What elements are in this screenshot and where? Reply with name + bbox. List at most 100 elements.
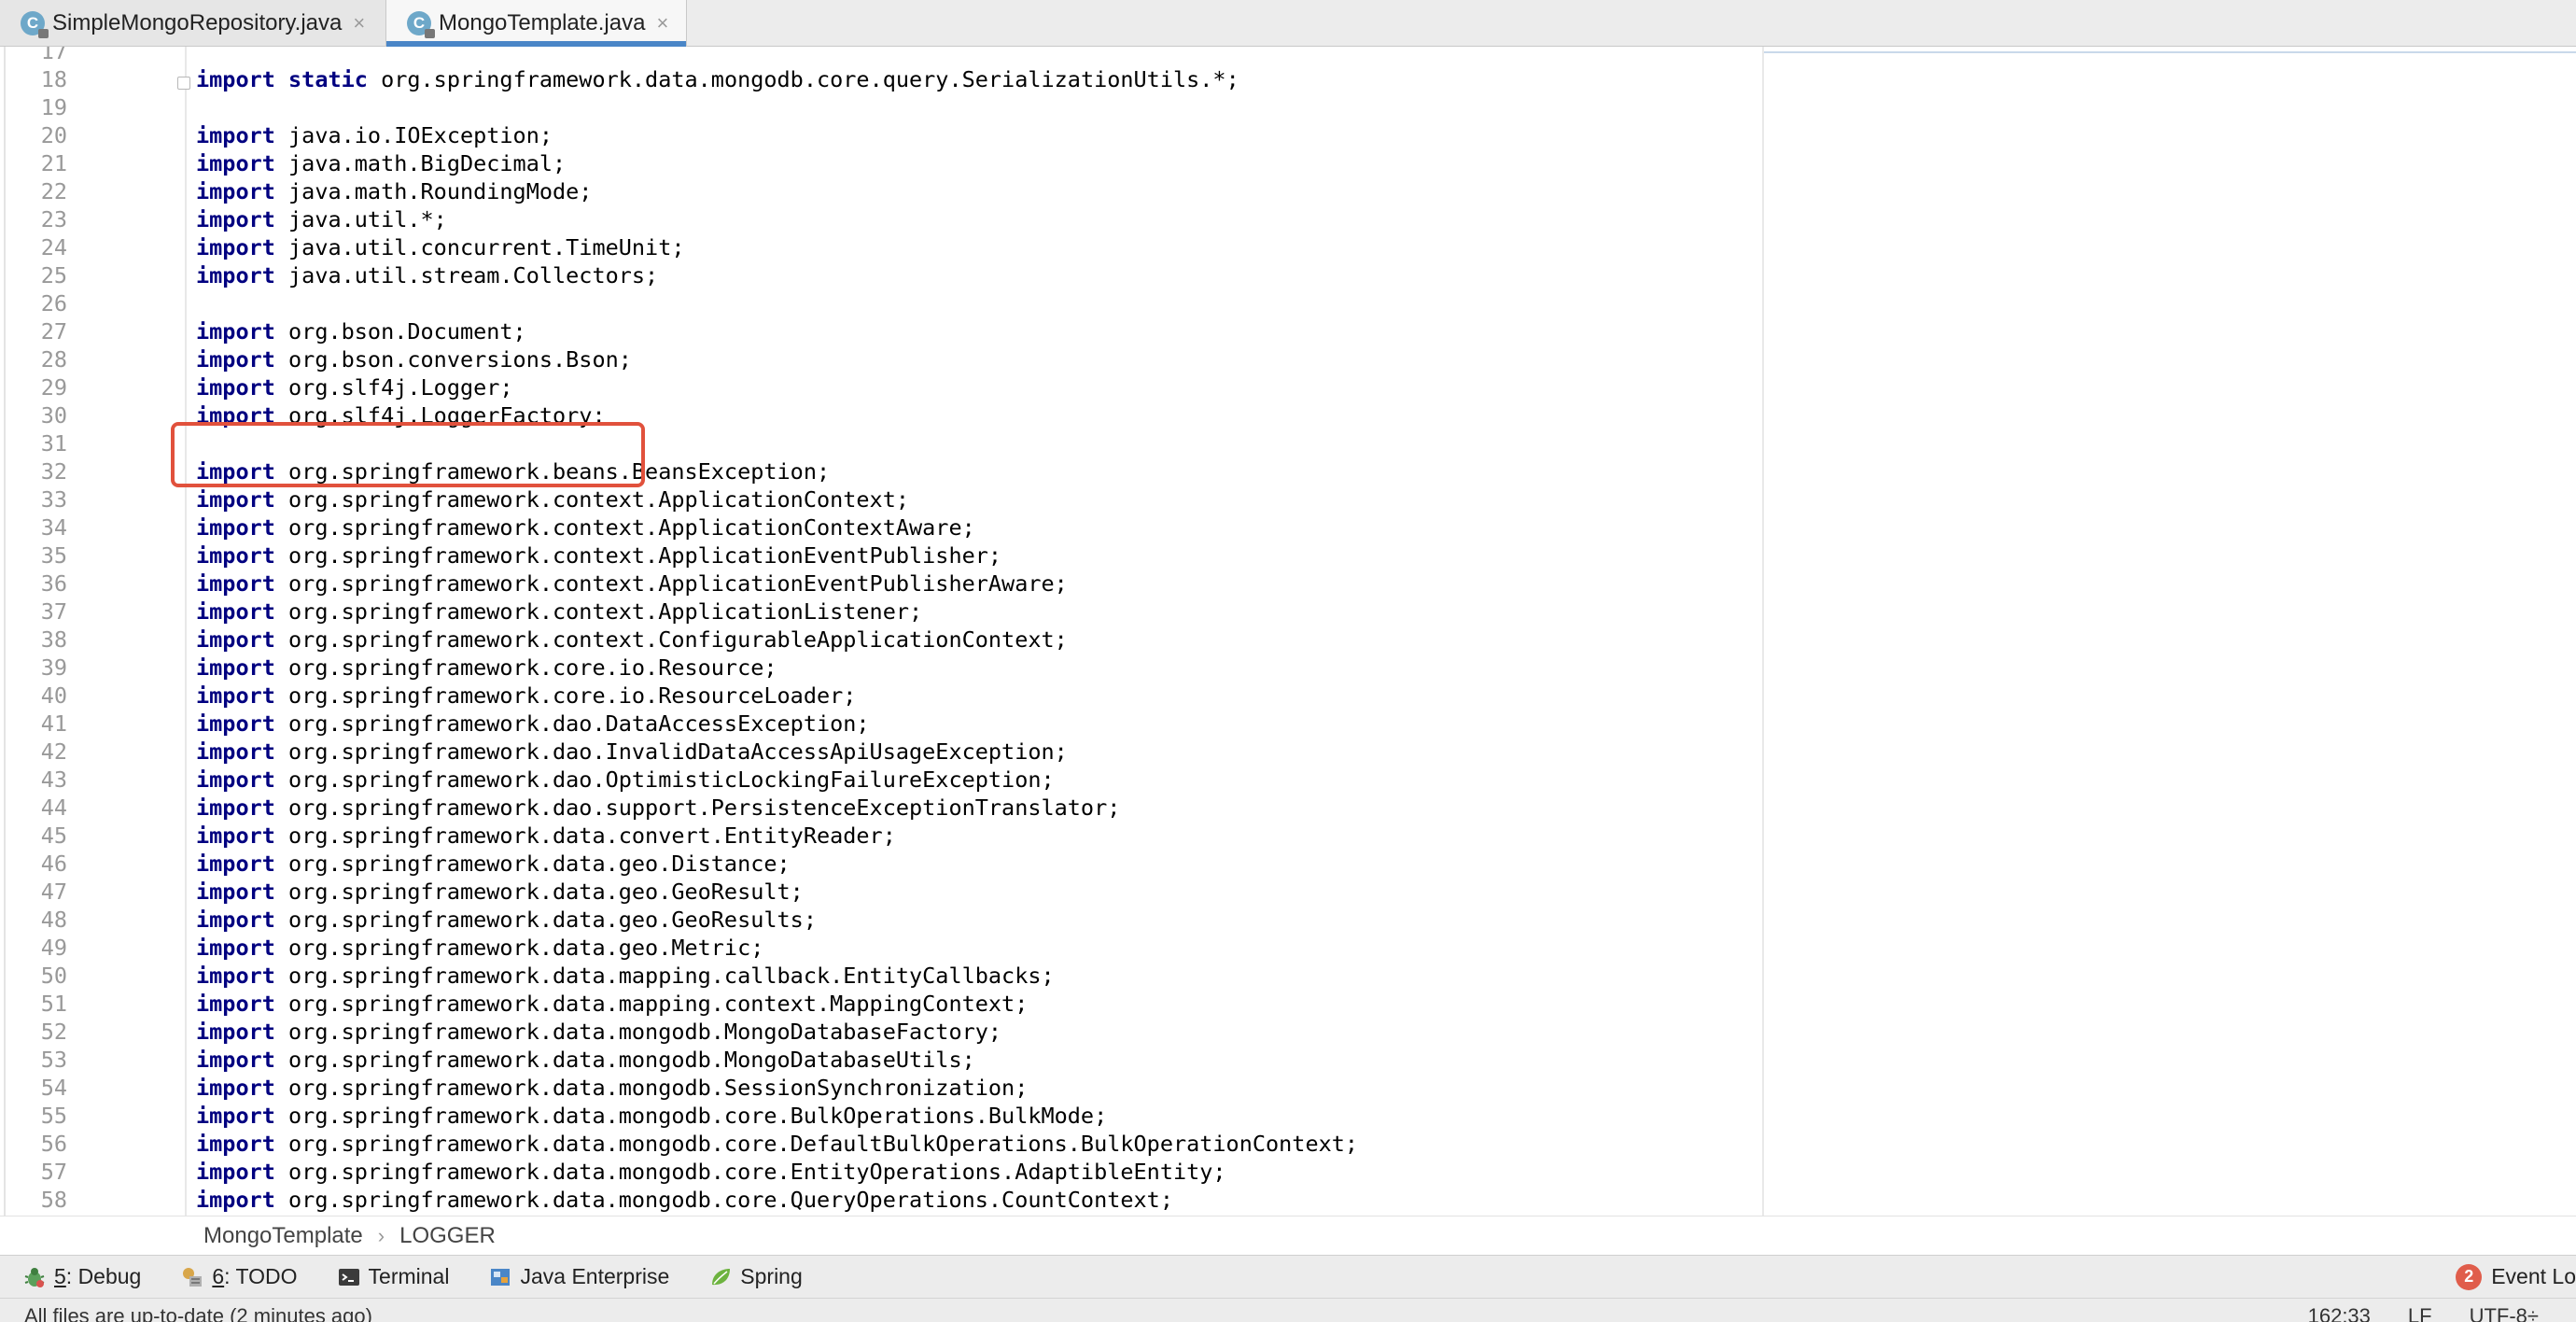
code-rest: org.springframework.data.geo.Distance; (274, 851, 791, 877)
code-line[interactable]: 23 import java.util.*; (0, 205, 1755, 233)
code-line[interactable]: 21 import java.math.BigDecimal; (0, 149, 1755, 177)
code-rest: org.springframework.dao.OptimisticLockin… (274, 766, 1055, 793)
code-line[interactable]: 42 import org.springframework.dao.Invalid… (0, 738, 1755, 766)
code-text: import org.springframework.data.geo.Dist… (196, 850, 791, 878)
code-rest: org.springframework.dao.InvalidDataAcces… (274, 738, 1068, 765)
line-number: 51 (40, 991, 67, 1017)
code-line[interactable]: 30 import org.slf4j.LoggerFactory; (0, 401, 1755, 429)
code-line[interactable]: 39 import org.springframework.core.io.Res… (0, 654, 1755, 682)
code-line[interactable]: 41 import org.springframework.dao.DataAcc… (0, 710, 1755, 738)
close-icon[interactable]: × (353, 12, 365, 34)
line-number: 58 (40, 1187, 67, 1213)
code-line[interactable]: 58 import org.springframework.data.mongod… (0, 1186, 1755, 1214)
code-text: import org.springframework.dao.InvalidDa… (196, 738, 1068, 766)
code-rest: java.util.concurrent.TimeUnit; (274, 234, 685, 260)
code-text: import static org.springframework.data.m… (196, 65, 1239, 93)
code-line[interactable]: 18 import static org.springframework.data… (0, 65, 1755, 93)
code-line[interactable]: 49 import org.springframework.data.geo.Me… (0, 934, 1755, 962)
keyword: import (196, 374, 275, 401)
line-number: 23 (40, 206, 67, 232)
lock-icon (38, 28, 49, 38)
line-number: 27 (40, 318, 67, 345)
tab-label: MongoTemplate.java (439, 9, 646, 35)
code-rest: java.math.BigDecimal; (274, 150, 567, 176)
code-line[interactable]: 37 import org.springframework.context.App… (0, 598, 1755, 626)
code-line[interactable]: 48 import org.springframework.data.geo.Ge… (0, 906, 1755, 934)
code-rest: org.springframework.data.mongodb.core.Qu… (274, 1187, 1173, 1213)
code-line[interactable]: 52 import org.springframework.data.mongod… (0, 1018, 1755, 1046)
tool-label: : Debug (65, 1264, 142, 1288)
code-text: import org.springframework.dao.support.P… (196, 794, 1120, 822)
code-line[interactable]: 24 import java.util.concurrent.TimeUnit; (0, 233, 1755, 261)
keyword: import (196, 851, 275, 877)
code-line[interactable]: 26 (0, 289, 1755, 317)
code-line[interactable]: 31 (0, 429, 1755, 457)
keyword: import (196, 178, 275, 204)
code-line[interactable]: 38 import org.springframework.context.Con… (0, 626, 1755, 654)
code-line[interactable]: 43 import org.springframework.dao.Optimis… (0, 766, 1755, 794)
code-line[interactable]: 19 (0, 93, 1755, 121)
code-line[interactable]: 46 import org.springframework.data.geo.Di… (0, 850, 1755, 878)
code-line[interactable]: 51 import org.springframework.data.mappin… (0, 990, 1755, 1018)
code-line[interactable]: 29 import org.slf4j.Logger; (0, 373, 1755, 401)
code-line[interactable]: 44 import org.springframework.dao.support… (0, 794, 1755, 822)
code-line[interactable]: 33 import org.springframework.context.App… (0, 485, 1755, 513)
fold-marker-icon[interactable] (177, 77, 190, 90)
code-line[interactable]: 55 import org.springframework.data.mongod… (0, 1102, 1755, 1130)
code-line[interactable]: 54 import org.springframework.data.mongod… (0, 1074, 1755, 1102)
code-line[interactable]: 36 import org.springframework.context.App… (0, 570, 1755, 598)
code-text: import org.springframework.core.io.Resou… (196, 682, 856, 710)
event-log-button[interactable]: 2 Event Lo (2456, 1256, 2576, 1298)
code-text: import org.springframework.data.mapping.… (196, 990, 1028, 1018)
code-text: import org.springframework.data.mongodb.… (196, 1186, 1173, 1214)
code-line[interactable]: 35 import org.springframework.context.App… (0, 541, 1755, 570)
java-enterprise-tool-button[interactable]: Java Enterprise (466, 1256, 686, 1298)
keyword: import (196, 514, 275, 541)
status-widgets: 162:33 LF UTF-8÷ (2308, 1304, 2539, 1322)
notification-badge: 2 (2456, 1263, 2483, 1290)
line-number: 28 (40, 346, 67, 373)
file-encoding[interactable]: UTF-8÷ (2470, 1304, 2539, 1322)
terminal-tool-button[interactable]: Terminal (315, 1256, 467, 1298)
code-line[interactable]: 53 import org.springframework.data.mongod… (0, 1046, 1755, 1074)
spring-tool-button[interactable]: Spring (686, 1256, 819, 1298)
debug-tool-button[interactable]: 5: Debug (0, 1256, 158, 1298)
code-line[interactable]: 45 import org.springframework.data.conver… (0, 822, 1755, 850)
line-separator[interactable]: LF (2408, 1304, 2432, 1322)
code-line[interactable]: 56 import org.springframework.data.mongod… (0, 1130, 1755, 1158)
code-line[interactable]: 17 (0, 47, 1755, 65)
code-rest: org.slf4j.Logger; (274, 374, 513, 401)
code-line[interactable]: 27 import org.bson.Document; (0, 317, 1755, 345)
code-line[interactable]: 57 import org.springframework.data.mongod… (0, 1158, 1755, 1186)
close-icon[interactable]: × (656, 12, 668, 34)
breadcrumb-field[interactable]: LOGGER (399, 1223, 496, 1249)
code-line[interactable]: 50 import org.springframework.data.mappin… (0, 962, 1755, 990)
code-rest: org.springframework.data.mongodb.Session… (274, 1075, 1029, 1101)
keyword: import (196, 1131, 275, 1157)
code-text: import org.springframework.context.Confi… (196, 626, 1068, 654)
code-rest: org.springframework.data.mongodb.MongoDa… (274, 1047, 975, 1073)
code-line[interactable]: 22 import java.math.RoundingMode; (0, 177, 1755, 205)
code-line[interactable]: 32 import org.springframework.beans.Beans… (0, 457, 1755, 485)
code-line[interactable]: 34 import org.springframework.context.App… (0, 513, 1755, 541)
code-line[interactable]: 40 import org.springframework.core.io.Res… (0, 682, 1755, 710)
keyword: import (196, 907, 275, 933)
code-text: import org.springframework.dao.Optimisti… (196, 766, 1055, 794)
code-editor[interactable]: 17 18 import static org.springframework.da… (0, 47, 2576, 1216)
keyword: import (196, 1075, 275, 1101)
breadcrumb-class[interactable]: MongoTemplate (203, 1223, 363, 1249)
code-line[interactable]: 47 import org.springframework.data.geo.Ge… (0, 878, 1755, 906)
code-text: import org.springframework.data.geo.GeoR… (196, 906, 817, 934)
line-number: 53 (40, 1047, 67, 1073)
tab-simple-mongo-repository[interactable]: C SimpleMongoRepository.java × (0, 0, 386, 46)
code-text: import org.slf4j.LoggerFactory; (196, 401, 606, 429)
tab-mongo-template[interactable]: C MongoTemplate.java × (386, 0, 687, 47)
code-line[interactable]: 28 import org.bson.conversions.Bson; (0, 345, 1755, 373)
caret-position[interactable]: 162:33 (2308, 1304, 2371, 1322)
keyword: import (196, 346, 275, 373)
code-rest: org.springframework.core.io.Resource; (274, 654, 777, 681)
code-line[interactable]: 20 import java.io.IOException; (0, 121, 1755, 149)
code-line[interactable]: 25 import java.util.stream.Collectors; (0, 261, 1755, 289)
keyword: import (196, 570, 275, 597)
todo-tool-button[interactable]: 6: TODO (158, 1256, 314, 1298)
